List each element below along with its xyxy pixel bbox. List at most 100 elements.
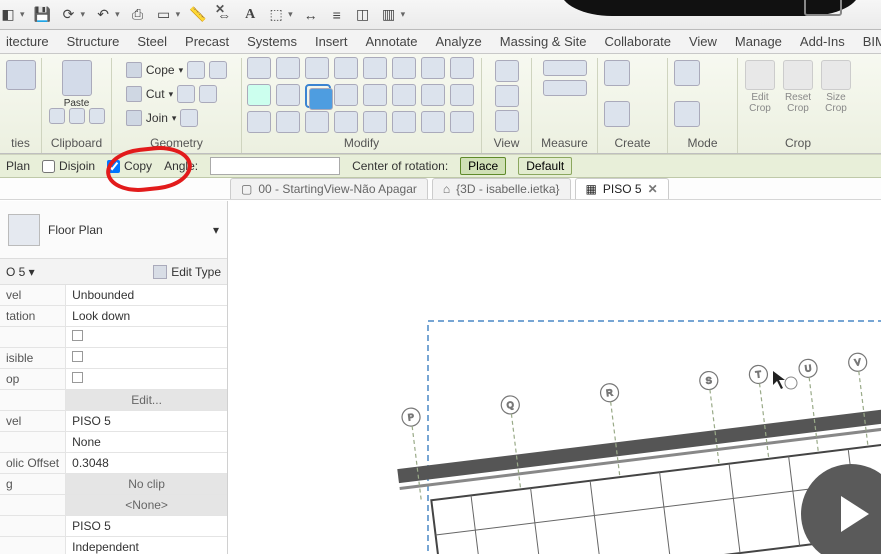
sync-icon[interactable]: ⟳ (61, 7, 77, 23)
unpin-tool[interactable] (421, 84, 445, 106)
instance-dropdown[interactable]: O 5 ▾ (6, 265, 35, 279)
offset-tool[interactable] (276, 57, 300, 79)
print-icon[interactable]: ⎙ (130, 7, 146, 23)
move-tool[interactable] (247, 84, 271, 106)
tab-view[interactable]: View (689, 34, 717, 49)
group8-tool[interactable] (450, 111, 474, 133)
mode-tool-2[interactable] (674, 101, 700, 127)
copy-icon[interactable] (69, 108, 85, 124)
view-tab-3d[interactable]: ⌂ {3D - isabelle.ietka} (432, 178, 571, 199)
split-tool[interactable] (363, 57, 387, 79)
property-row[interactable]: tationLook down (0, 306, 227, 327)
view-tool-3[interactable] (495, 110, 519, 132)
dim-icon[interactable]: ⬚ (268, 7, 284, 23)
property-row[interactable]: velUnbounded (0, 285, 227, 306)
angle-input[interactable] (210, 157, 340, 175)
tab-architecture[interactable]: itecture (6, 34, 49, 49)
property-row[interactable]: isible (0, 348, 227, 369)
tab-manage[interactable]: Manage (735, 34, 782, 49)
tab-steel[interactable]: Steel (137, 34, 167, 49)
reset-crop-button[interactable]: Reset Crop (782, 60, 814, 114)
tab-annotate[interactable]: Annotate (365, 34, 417, 49)
group1-tool[interactable] (247, 111, 271, 133)
create-tool-1[interactable] (604, 60, 630, 86)
property-row[interactable]: None (0, 432, 227, 453)
measure-tool-1[interactable] (543, 60, 587, 76)
text-icon[interactable]: A (242, 7, 258, 23)
delete-tool[interactable] (450, 84, 474, 106)
group2-tool[interactable] (276, 111, 300, 133)
cut-icon[interactable] (49, 108, 65, 124)
measure-icon[interactable]: 📏 (190, 7, 206, 23)
disjoin-checkbox[interactable]: Disjoin (42, 159, 95, 173)
copy-tool[interactable] (276, 84, 300, 106)
trim-tool[interactable] (392, 57, 416, 79)
section-icon[interactable]: ↔ (303, 7, 319, 23)
group4-tool[interactable] (334, 111, 358, 133)
close-tab-icon[interactable]: ✕ (648, 182, 658, 196)
app-menu-icon[interactable]: ◧ (0, 7, 16, 23)
create-tool-2[interactable] (604, 101, 630, 127)
mode-tool-1[interactable] (674, 60, 700, 86)
align-tool[interactable] (247, 57, 271, 79)
group7-tool[interactable] (421, 111, 445, 133)
close-hidden-icon[interactable]: ◫ (355, 7, 371, 23)
property-row[interactable]: Independent (0, 537, 227, 554)
scale-tool[interactable] (363, 84, 387, 106)
corner-tool[interactable] (450, 57, 474, 79)
tab-addins[interactable]: Add-Ins (800, 34, 845, 49)
edit-type-button[interactable]: Edit Type (153, 265, 221, 279)
tab-structure[interactable]: Structure (67, 34, 120, 49)
property-row[interactable]: op (0, 369, 227, 390)
property-row[interactable]: <None> (0, 495, 227, 516)
open-icon[interactable]: ▭ (156, 7, 172, 23)
join-button[interactable]: Join ▾ (124, 108, 201, 128)
switch-win-icon[interactable]: ▥ (381, 7, 397, 23)
edit-crop-button[interactable]: Edit Crop (744, 60, 776, 114)
group5-tool[interactable] (363, 111, 387, 133)
save-icon[interactable]: 💾 (35, 7, 51, 23)
chevron-down-icon[interactable]: ▾ (213, 223, 219, 237)
property-row[interactable]: gNo clip (0, 474, 227, 495)
view-tool-2[interactable] (495, 85, 519, 107)
tab-bimcollab[interactable]: BIMcollab (863, 34, 881, 49)
array-tool[interactable] (334, 84, 358, 106)
cope-button[interactable]: Cope ▾ (124, 60, 229, 80)
view-tool-1[interactable] (495, 60, 519, 82)
thin-lines-icon[interactable]: ≡ (329, 7, 345, 23)
match-icon[interactable] (89, 108, 105, 124)
group6-tool[interactable] (392, 111, 416, 133)
type-selector[interactable]: Floor Plan (8, 214, 103, 246)
tab-massing[interactable]: Massing & Site (500, 34, 587, 49)
pin-tool[interactable] (392, 84, 416, 106)
rotate-tool[interactable] (305, 84, 331, 108)
copy-checkbox[interactable]: Copy (107, 159, 152, 173)
mirror-draw-tool[interactable] (334, 57, 358, 79)
panel-measure: Measure (532, 58, 598, 153)
view-tab-starting[interactable]: ▢ 00 - StartingView-Não Apagar (230, 178, 428, 199)
measure-tool-2[interactable] (543, 80, 587, 96)
tab-systems[interactable]: Systems (247, 34, 297, 49)
property-row[interactable]: Edit... (0, 390, 227, 411)
cut-button[interactable]: Cut ▾ (124, 84, 219, 104)
tab-analyze[interactable]: Analyze (436, 34, 482, 49)
tab-collaborate[interactable]: Collaborate (604, 34, 671, 49)
place-button[interactable]: Place (460, 157, 506, 175)
default-button[interactable]: Default (518, 157, 572, 175)
properties-button[interactable] (5, 60, 37, 114)
extend-tool[interactable] (421, 57, 445, 79)
close-panel-icon[interactable]: ✕ (215, 2, 225, 16)
property-row[interactable]: velPISO 5 (0, 411, 227, 432)
tab-precast[interactable]: Precast (185, 34, 229, 49)
group3-tool[interactable] (305, 111, 329, 133)
tab-insert[interactable]: Insert (315, 34, 348, 49)
mirror-pick-tool[interactable] (305, 57, 329, 79)
property-row[interactable]: PISO 5 (0, 516, 227, 537)
property-row[interactable]: olic Offset0.3048 (0, 453, 227, 474)
paste-button[interactable]: Paste (61, 60, 93, 114)
drawing-area[interactable]: PQRSTUVW (228, 201, 881, 554)
size-crop-button[interactable]: Size Crop (820, 60, 852, 114)
view-tab-piso5[interactable]: ▦ PISO 5 ✕ (575, 178, 669, 199)
property-row[interactable] (0, 327, 227, 348)
undo-icon[interactable]: ↶ (95, 7, 111, 23)
